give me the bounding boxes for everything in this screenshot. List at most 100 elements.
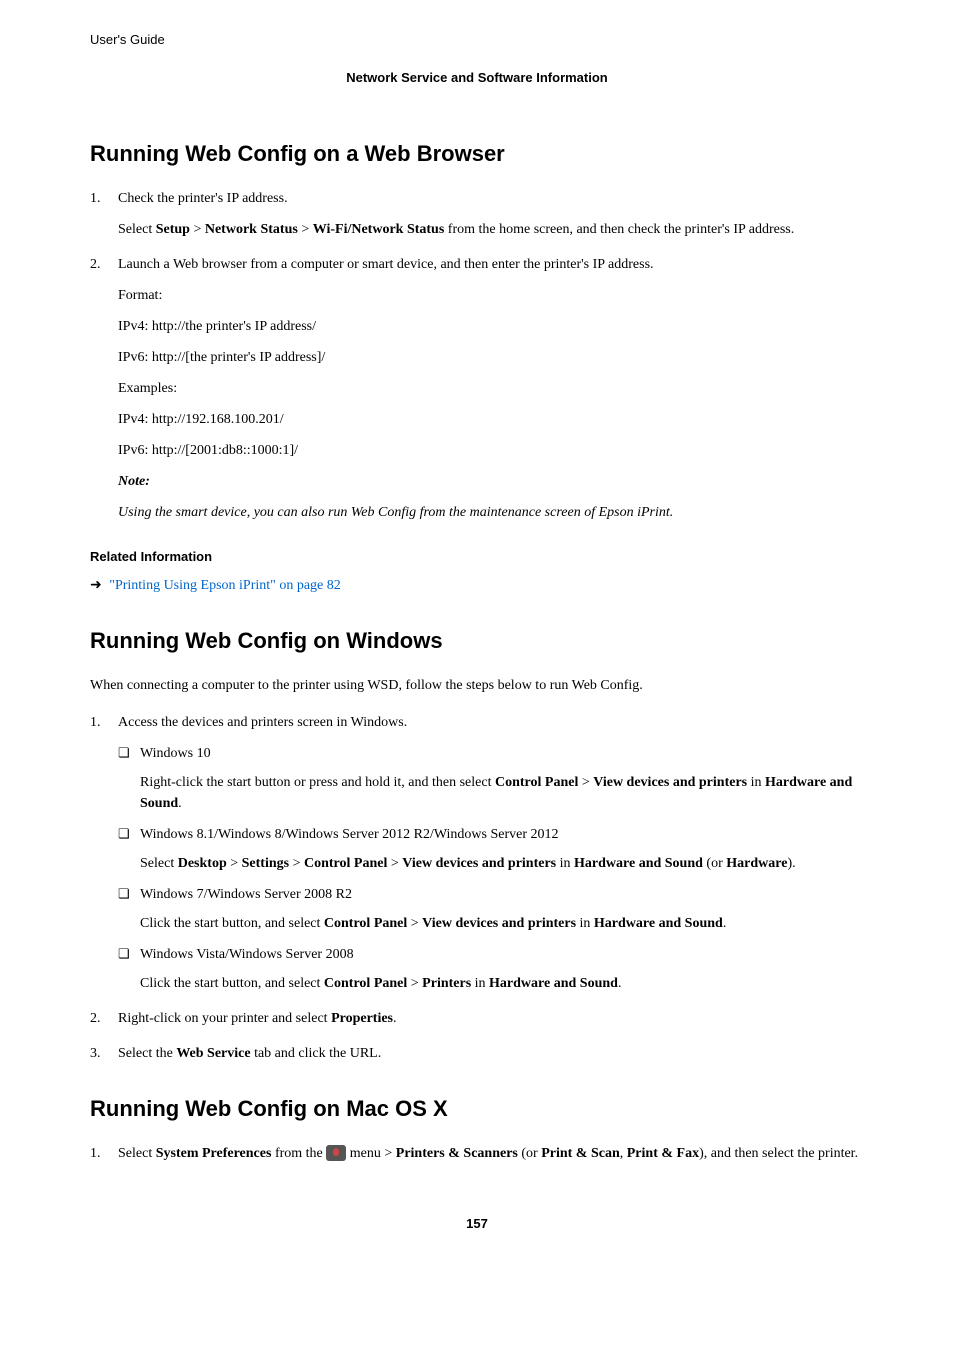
bold: Properties: [331, 1011, 393, 1026]
text: ).: [787, 856, 795, 871]
s1-step2: Launch a Web browser from a computer or …: [90, 254, 864, 523]
section2-steps: Access the devices and printers screen i…: [90, 712, 864, 1064]
text: in: [576, 916, 594, 931]
bold: Wi-Fi/Network Status: [313, 222, 445, 237]
bold: Control Panel: [324, 976, 407, 991]
text: .: [393, 1011, 397, 1026]
text: Select: [118, 1146, 156, 1161]
format-label: Format:: [118, 285, 864, 306]
ipv4-format: IPv4: http://the printer's IP address/: [118, 316, 864, 337]
header-left: User's Guide: [90, 30, 864, 50]
s2-step3: Select the Web Service tab and click the…: [90, 1043, 864, 1064]
text: in: [471, 976, 489, 991]
header-center: Network Service and Software Information: [90, 68, 864, 88]
bold: View devices and printers: [593, 775, 747, 790]
bold: View devices and printers: [422, 916, 576, 931]
page-number: 157: [90, 1214, 864, 1234]
related-link-row: ➜ "Printing Using Epson iPrint" on page …: [90, 575, 864, 596]
text: >: [407, 916, 422, 931]
text: in: [556, 856, 574, 871]
win7-label: Windows 7/Windows Server 2008 R2: [140, 887, 352, 902]
win8-desc: Select Desktop > Settings > Control Pane…: [140, 853, 864, 874]
text: Click the start button, and select: [140, 916, 324, 931]
section2-title: Running Web Config on Windows: [90, 624, 864, 657]
bold: Setup: [156, 222, 190, 237]
s2-step1: Access the devices and printers screen i…: [90, 712, 864, 994]
bold: Control Panel: [304, 856, 387, 871]
section1-steps: Check the printer's IP address. Select S…: [90, 188, 864, 523]
bold: Desktop: [178, 856, 227, 871]
text: ,: [620, 1146, 627, 1161]
section1-title: Running Web Config on a Web Browser: [90, 137, 864, 170]
win7-desc: Click the start button, and select Contr…: [140, 913, 864, 934]
bold: Hardware and Sound: [489, 976, 618, 991]
bold: Network Status: [205, 222, 298, 237]
text: ), and then select the printer.: [699, 1146, 858, 1161]
text: (or: [518, 1146, 541, 1161]
text: >: [578, 775, 593, 790]
s2-step1-main: Access the devices and printers screen i…: [118, 715, 407, 730]
arrow-right-icon: ➜: [90, 575, 102, 596]
vista-desc: Click the start button, and select Contr…: [140, 973, 864, 994]
text: from the: [271, 1146, 326, 1161]
bold: Printers & Scanners: [396, 1146, 518, 1161]
win7-item: Windows 7/Windows Server 2008 R2 Click t…: [118, 884, 864, 934]
win10-item: Windows 10 Right-click the start button …: [118, 743, 864, 814]
s1-step1: Check the printer's IP address. Select S…: [90, 188, 864, 240]
bold: System Preferences: [156, 1146, 272, 1161]
text: Click the start button, and select: [140, 976, 324, 991]
text: Select the: [118, 1046, 176, 1061]
bold: Printers: [422, 976, 471, 991]
section3-title: Running Web Config on Mac OS X: [90, 1092, 864, 1125]
related-information-heading: Related Information: [90, 547, 864, 567]
text: (or: [703, 856, 726, 871]
text: from the home screen, and then check the…: [444, 222, 794, 237]
bold: Control Panel: [495, 775, 578, 790]
win8-item: Windows 8.1/Windows 8/Windows Server 201…: [118, 824, 864, 874]
text: >: [298, 222, 313, 237]
bold: Control Panel: [324, 916, 407, 931]
text: in: [747, 775, 765, 790]
ipv6-format: IPv6: http://[the printer's IP address]/: [118, 347, 864, 368]
s1-step1-detail: Select Setup > Network Status > Wi-Fi/Ne…: [118, 219, 864, 240]
text: >: [407, 976, 422, 991]
text: .: [723, 916, 727, 931]
text: >: [190, 222, 205, 237]
s2-step2: Right-click on your printer and select P…: [90, 1008, 864, 1029]
s3-step1: Select System Preferences from the menu …: [90, 1143, 864, 1164]
bold: Hardware and Sound: [574, 856, 703, 871]
text: Right-click the start button or press an…: [140, 775, 495, 790]
text: menu >: [346, 1146, 396, 1161]
text: Select: [140, 856, 178, 871]
s1-step1-main: Check the printer's IP address.: [118, 191, 288, 206]
s1-step2-main: Launch a Web browser from a computer or …: [118, 257, 654, 272]
examples-label: Examples:: [118, 378, 864, 399]
ipv6-example: IPv6: http://[2001:db8::1000:1]/: [118, 440, 864, 461]
text: tab and click the URL.: [251, 1046, 382, 1061]
text: .: [618, 976, 622, 991]
bold: View devices and printers: [402, 856, 556, 871]
ipv4-example: IPv4: http://192.168.100.201/: [118, 409, 864, 430]
note-text: Using the smart device, you can also run…: [118, 502, 864, 523]
apple-menu-icon: [326, 1145, 346, 1161]
bold: Web Service: [176, 1046, 250, 1061]
win10-desc: Right-click the start button or press an…: [140, 772, 864, 814]
text: >: [289, 856, 304, 871]
text: >: [227, 856, 242, 871]
text: .: [178, 796, 182, 811]
os-list: Windows 10 Right-click the start button …: [118, 743, 864, 994]
bold: Settings: [242, 856, 289, 871]
note-label: Note:: [118, 471, 864, 492]
win10-label: Windows 10: [140, 746, 211, 761]
bold: Print & Scan: [541, 1146, 620, 1161]
bold: Hardware and Sound: [594, 916, 723, 931]
section3-steps: Select System Preferences from the menu …: [90, 1143, 864, 1164]
text: Select: [118, 222, 156, 237]
win8-label: Windows 8.1/Windows 8/Windows Server 201…: [140, 827, 559, 842]
section2-intro: When connecting a computer to the printe…: [90, 675, 864, 696]
related-link[interactable]: "Printing Using Epson iPrint" on page 82: [109, 578, 341, 593]
bold: Print & Fax: [627, 1146, 699, 1161]
vista-label: Windows Vista/Windows Server 2008: [140, 947, 354, 962]
text: Right-click on your printer and select: [118, 1011, 331, 1026]
text: >: [387, 856, 402, 871]
